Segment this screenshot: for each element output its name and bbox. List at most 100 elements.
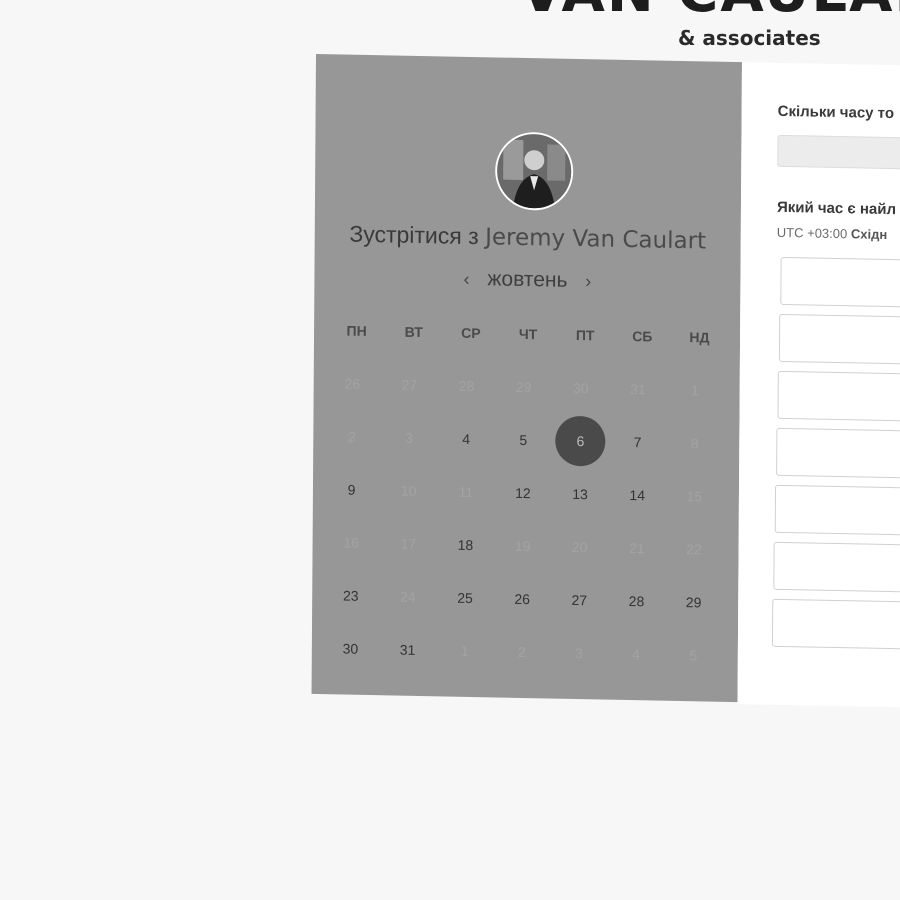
time-question: Який час є найл	[776, 198, 897, 219]
calendar-day: 10	[380, 463, 438, 517]
calendar-day-number: 21	[629, 539, 645, 556]
brand-logo: VAN CAULART	[520, 0, 900, 25]
calendar-day: 27	[381, 357, 439, 411]
calendar-day-number: 5	[689, 646, 698, 663]
calendar-day-number: 26	[344, 375, 361, 392]
calendar-day: 5	[665, 628, 723, 682]
chevron-right-icon[interactable]: ›	[573, 271, 603, 293]
calendar-day: 21	[608, 521, 666, 575]
calendar-day-number: 11	[458, 483, 474, 500]
timezone-label[interactable]: UTC +03:00 Східн	[777, 225, 888, 242]
weekday-header: ПН ВТ СР ЧТ ПТ СБ НД	[328, 322, 728, 346]
calendar-day[interactable]: 31	[379, 622, 437, 676]
calendar-day[interactable]: 28	[608, 574, 666, 628]
calendar-day[interactable]: 5	[495, 412, 553, 466]
calendar-day[interactable]: 13	[551, 467, 609, 521]
duration-select[interactable]	[777, 134, 900, 171]
calendar-day-number: 3	[405, 429, 413, 446]
calendar-day-number: 2	[347, 428, 356, 445]
calendar-day: 4	[607, 627, 665, 681]
calendar-day-number: 27	[571, 591, 588, 608]
time-slot-button[interactable]	[776, 427, 900, 480]
host-name: Jeremy Van Caulart	[485, 224, 707, 255]
calendar-day: 24	[379, 569, 437, 623]
calendar-day[interactable]: 7	[609, 415, 667, 469]
calendar-day[interactable]: 26	[493, 571, 551, 625]
calendar-day[interactable]: 18	[437, 517, 495, 571]
time-slot-list	[742, 62, 900, 651]
calendar-day-number: 10	[400, 482, 417, 499]
timezone-name: Східн	[850, 226, 888, 242]
calendar-day-number: 1	[691, 381, 700, 398]
calendar-day[interactable]: 27	[551, 573, 609, 627]
calendar-day[interactable]: 25	[436, 570, 494, 624]
calendar-day-number: 16	[343, 534, 360, 551]
calendar-day-number: 4	[632, 645, 641, 662]
calendar-day-number: 7	[633, 433, 642, 450]
weekday-label: СР	[461, 324, 481, 342]
calendar-day: 8	[666, 416, 724, 470]
calendar-day[interactable]: 4	[437, 411, 495, 465]
time-slot-button[interactable]	[780, 256, 900, 309]
meeting-title: Зустрітися з Jeremy Van Caulart	[315, 220, 741, 255]
brand-tagline: & associates	[678, 26, 821, 50]
calendar-day: 17	[380, 516, 438, 570]
calendar-day: 19	[494, 518, 552, 572]
chevron-left-icon[interactable]: ‹	[452, 269, 482, 291]
calendar-day: 28	[438, 358, 496, 412]
calendar-day-number: 27	[401, 376, 418, 393]
calendar-day[interactable]: 12	[494, 465, 552, 519]
calendar-day: 20	[551, 520, 609, 574]
calendar-day[interactable]: 9	[323, 462, 381, 516]
calendar-day[interactable]: 23	[322, 568, 380, 622]
calendar-day: 3	[380, 410, 438, 464]
calendar-day-number: 30	[572, 379, 589, 396]
calendar-day: 2	[323, 409, 381, 463]
calendar-day-number: 29	[515, 378, 532, 395]
current-month: жовтень	[487, 267, 568, 292]
calendar-day-number: 26	[514, 590, 531, 607]
calendar-day[interactable]: 29	[665, 575, 723, 629]
calendar-day-number: 3	[575, 644, 583, 661]
calendar-day-number: 9	[347, 481, 356, 498]
calendar-day-number: 17	[400, 535, 417, 552]
scheduler-card: Зустрітися з Jeremy Van Caulart ‹ жовтен…	[311, 54, 900, 709]
calendar-day: 1	[436, 623, 494, 677]
calendar-day: 11	[437, 464, 495, 518]
calendar-day-number: 23	[342, 587, 359, 604]
time-slot-button[interactable]	[774, 484, 900, 537]
calendar-day: 16	[322, 515, 380, 569]
calendar-day[interactable]: 30	[322, 621, 380, 675]
calendar-day: 2	[493, 624, 551, 678]
calendar-day-number: 12	[515, 484, 531, 501]
calendar-day: 3	[550, 626, 608, 680]
timezone-offset: UTC +03:00	[776, 224, 848, 242]
calendar-day-number: 28	[458, 377, 475, 394]
host-avatar	[494, 131, 574, 211]
time-slot-button[interactable]	[773, 541, 900, 594]
calendar-day-number: 29	[685, 593, 702, 610]
calendar-day: 31	[609, 362, 667, 416]
weekday-label: ПН	[346, 322, 367, 339]
calendar-day: 15	[666, 469, 724, 523]
calendar-day-number: 22	[686, 540, 702, 557]
time-slot-button[interactable]	[778, 313, 900, 366]
calendar-day-selected[interactable]: 6	[552, 414, 610, 468]
calendar-grid: 26 27 28 29 30 31 1 2 3 4 5 6 7 8 9 10 11 12 13 14 15 16 17 18 1…	[322, 356, 724, 682]
weekday-label: НД	[689, 329, 710, 346]
booking-panel: Скільки часу то Який час є найл UTC +03:…	[737, 62, 900, 709]
time-slot-button[interactable]	[771, 598, 900, 651]
booking-page: VAN CAULART & associates Зустрітися з Je…	[0, 0, 900, 900]
month-navigation: ‹ жовтень ›	[314, 264, 740, 296]
calendar-day: 30	[552, 361, 610, 415]
weekday-label: ВТ	[404, 323, 423, 341]
time-slot-button[interactable]	[777, 370, 900, 423]
calendar-day-number: 28	[628, 592, 645, 609]
calendar-day-number: 2	[517, 643, 526, 660]
calendar-day-number: 20	[571, 538, 588, 555]
calendar-day-number: 4	[462, 430, 471, 447]
calendar-day[interactable]: 14	[608, 468, 666, 522]
calendar-day-number: 13	[572, 485, 588, 502]
calendar-day-number: 31	[399, 641, 416, 658]
calendar-day-number: 30	[342, 640, 359, 657]
